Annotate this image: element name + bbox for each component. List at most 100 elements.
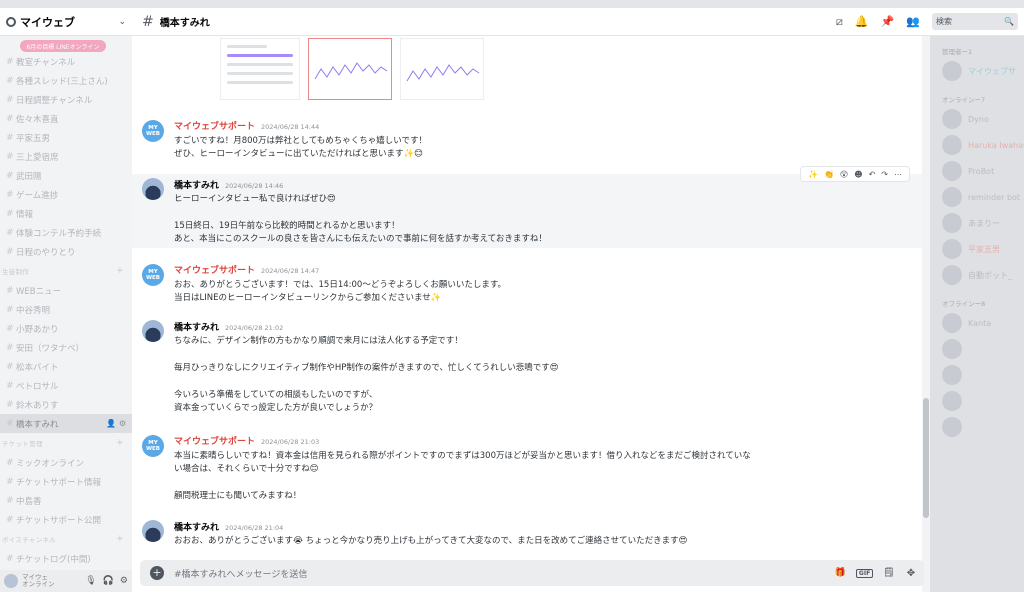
threads-icon[interactable]: ⧄	[836, 15, 843, 29]
image-attachment[interactable]	[220, 36, 606, 102]
sidebar-channel-item[interactable]: # 体験コンテル予約手続	[0, 223, 132, 242]
server-name: マイウェブ	[20, 15, 75, 29]
avatar[interactable]	[142, 520, 164, 542]
sidebar-channel-item[interactable]: # チケットログ(中間)	[0, 549, 132, 568]
message-author[interactable]: マイウェブサポート	[174, 119, 255, 132]
message: 橋本すみれ 2024/06/28 21:04 おおお、ありがとうございます😭 ち…	[132, 516, 922, 556]
gift-icon[interactable]: 🎁	[835, 568, 846, 578]
message-author[interactable]: マイウェブサポート	[174, 434, 255, 447]
reaction-clap[interactable]: 👏	[824, 170, 834, 179]
sidebar-channel-item[interactable]: # 武田陽	[0, 166, 132, 185]
add-reaction-icon[interactable]: ☻	[854, 170, 862, 179]
avatar[interactable]: MY WEB	[142, 120, 164, 142]
member-item[interactable]: 自動ボット_	[930, 262, 1024, 288]
member-item[interactable]	[930, 362, 1024, 388]
sidebar-channel-item[interactable]: # 情報	[0, 204, 132, 223]
member-item[interactable]: Haruka Iwahashi	[930, 132, 1024, 158]
sidebar-channel-item[interactable]: # 中谷秀明	[0, 300, 132, 319]
add-channel-icon[interactable]: +	[116, 438, 124, 448]
sidebar-channel-item[interactable]: # 各種スレッド(三上さん)	[0, 71, 132, 90]
sidebar-channel-item[interactable]: # 中島香	[0, 491, 132, 510]
sidebar-channel-item[interactable]: # 松本バイト	[0, 357, 132, 376]
apps-icon[interactable]: ✥	[900, 562, 922, 584]
search-input[interactable]: 検索 🔍	[932, 13, 1018, 30]
member-item[interactable]: Kanta	[930, 310, 1024, 336]
member-item[interactable]: あまりー	[930, 210, 1024, 236]
add-channel-icon[interactable]: +	[116, 266, 124, 276]
attachment-chart-2	[400, 38, 484, 100]
member-category: オンラインー7	[942, 96, 986, 104]
scrollbar-thumb[interactable]	[923, 398, 929, 518]
avatar[interactable]: MY WEB	[142, 264, 164, 286]
scrollbar[interactable]	[922, 36, 930, 592]
headphones-icon[interactable]: 🎧	[103, 576, 114, 586]
sticker-icon[interactable]: 🗒	[883, 568, 894, 578]
message-line: すごいですね！月800万は弊社としてもめちゃくちゃ嬉しいです！	[174, 136, 428, 146]
avatar[interactable]	[4, 574, 18, 588]
sidebar-channel-item[interactable]: # 安田（ワタナベ）	[0, 338, 132, 357]
member-item[interactable]: Dyno	[930, 106, 1024, 132]
sidebar-channel-item[interactable]: # チケットサポート情報	[0, 472, 132, 491]
bell-icon[interactable]: 🔔	[855, 15, 869, 28]
sidebar-channel-item[interactable]: # 平家五男	[0, 128, 132, 147]
microphone-icon[interactable]: 🎙	[85, 576, 96, 586]
channel-settings-icon[interactable]: 👤 ⚙	[106, 419, 126, 428]
member-item[interactable]	[930, 336, 1024, 362]
sidebar-channel-item[interactable]: # 日程調整チャンネル	[0, 90, 132, 109]
gif-button[interactable]: GIF	[855, 568, 874, 578]
member-item[interactable]: マイウェブサ	[930, 58, 1024, 84]
message-composer[interactable]: + #橋本すみれへメッセージを送信 🎁 GIF 🗒 ☺	[140, 560, 924, 586]
channel-category[interactable]: ボイスチャンネル +	[0, 529, 132, 549]
channel-hash-icon: #	[6, 553, 14, 564]
gear-icon[interactable]: ⚙	[120, 576, 128, 586]
channel-hash-icon: #	[6, 189, 14, 200]
channel-label: 日程のやりとり	[16, 247, 76, 258]
attach-plus-icon[interactable]: +	[150, 566, 164, 580]
member-item[interactable]	[930, 388, 1024, 414]
members-icon[interactable]: 👥	[906, 15, 920, 28]
sidebar-channel-item[interactable]: # 日程のやりとり	[0, 242, 132, 261]
message-author[interactable]: マイウェブサポート	[174, 263, 255, 276]
channel-category[interactable]: チケット管理 +	[0, 433, 132, 453]
reply-icon[interactable]: ↶	[869, 170, 876, 179]
forward-icon[interactable]: ↷	[881, 170, 888, 179]
member-category: オフラインー8	[942, 300, 986, 308]
avatar	[942, 213, 962, 233]
avatar[interactable]	[142, 320, 164, 342]
member-item[interactable]: reminder bot	[930, 184, 1024, 210]
member-item[interactable]	[930, 414, 1024, 440]
avatar[interactable]: MY WEB	[142, 435, 164, 457]
pin-icon[interactable]: 📌	[881, 15, 895, 28]
member-item[interactable]: ProBot	[930, 158, 1024, 184]
channel-label: 鈴木ありす	[16, 400, 59, 411]
more-icon[interactable]: ⋯	[894, 170, 902, 179]
message-author[interactable]: 橋本すみれ	[174, 320, 219, 333]
sidebar-channel-item[interactable]: # 鈴木ありす	[0, 395, 132, 414]
channel-label: 中谷秀明	[16, 305, 51, 316]
reaction-sparkles[interactable]: ✨	[808, 170, 818, 179]
sidebar-channel-item[interactable]: # ゲーム進捗	[0, 185, 132, 204]
channel-category[interactable]: 生徒制作 +	[0, 261, 132, 281]
message-line: あと、本当にこのスクールの良さを皆さんにも伝えたいので事前に何を話すか考えておき…	[174, 234, 547, 244]
member-item[interactable]: 平家五男	[930, 236, 1024, 262]
sidebar-channel-item[interactable]: # 教室チャンネル	[0, 52, 132, 71]
sidebar-channel-item[interactable]: # チケットサポート公開	[0, 510, 132, 529]
add-channel-icon[interactable]: +	[116, 534, 124, 544]
message-author[interactable]: 橋本すみれ	[174, 520, 219, 533]
server-header[interactable]: マイウェブ ⌄	[0, 8, 132, 36]
sidebar-channel-item[interactable]: # 小野あかり	[0, 319, 132, 338]
message-line: い場合は、それくらいで十分ですね😊	[174, 464, 319, 474]
message-author[interactable]: 橋本すみれ	[174, 178, 219, 191]
reaction-surprised[interactable]: 😲	[840, 170, 848, 179]
member-name: Dyno	[968, 114, 989, 124]
sidebar-channel-item[interactable]: # ミックオンライン	[0, 453, 132, 472]
avatar[interactable]	[142, 178, 164, 200]
sidebar-channel-item[interactable]: # 三上愛宿席	[0, 147, 132, 166]
sidebar-channel-item[interactable]: # 佐々木喜直	[0, 109, 132, 128]
sidebar-channel-item[interactable]: # ぺトロサル	[0, 376, 132, 395]
message-input[interactable]: #橋本すみれへメッセージを送信	[174, 567, 835, 580]
sidebar-channel-item[interactable]: # 橋本すみれ 👤 ⚙	[0, 414, 132, 433]
avatar	[942, 61, 962, 81]
sidebar-channel-item[interactable]: # WEBニュー	[0, 281, 132, 300]
event-pill[interactable]: 6月の目標 LINEオンライン	[20, 40, 106, 52]
